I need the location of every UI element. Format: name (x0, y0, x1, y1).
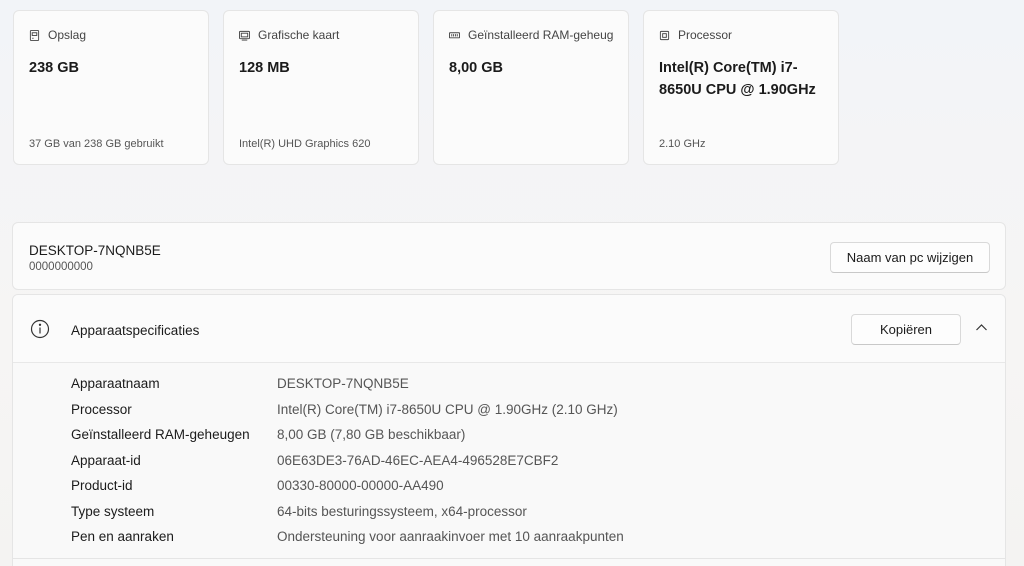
card-value: 238 GB (29, 60, 79, 76)
chevron-up-icon[interactable] (975, 321, 988, 334)
card-title: Processor (678, 28, 733, 42)
graphics-card-icon (239, 30, 250, 41)
spec-label: Apparaatnaam (71, 376, 160, 392)
spec-value: 64-bits besturingssysteem, x64-processor (277, 503, 527, 519)
spec-label: Product-id (71, 478, 133, 494)
ram-icon (449, 30, 460, 41)
spec-row: Processor Intel(R) Core(TM) i7-8650U CPU… (71, 397, 624, 423)
card-title: Geïnstalleerd RAM-geheug (468, 28, 614, 42)
pc-id: 0000000000 (29, 261, 93, 273)
system-about-page: Opslag 238 GB 37 GB van 238 GB gebruikt … (0, 0, 1024, 566)
card-value: Intel(R) Core(TM) i7-8650U CPU @ 1.90GHz (659, 60, 816, 98)
info-icon (30, 319, 50, 339)
device-specs-panel: Apparaatspecificaties Kopiëren Apparaatn… (12, 294, 1006, 566)
specs-title: Apparaatspecificaties (71, 323, 200, 338)
spec-rows: Apparaatnaam DESKTOP-7NQNB5E Processor I… (71, 371, 624, 550)
spec-value: Intel(R) Core(TM) i7-8650U CPU @ 1.90GHz… (277, 401, 618, 417)
spec-value: 06E63DE3-76AD-46EC-AEA4-496528E7CBF2 (277, 452, 559, 468)
card-processor: Processor Intel(R) Core(TM) i7-8650U CPU… (643, 10, 839, 165)
card-ram: Geïnstalleerd RAM-geheug 8,00 GB (433, 10, 629, 165)
pc-name: DESKTOP-7NQNB5E (29, 243, 161, 258)
spec-value: 00330-80000-00000-AA490 (277, 478, 444, 494)
summary-cards: Opslag 238 GB 37 GB van 238 GB gebruikt … (13, 10, 839, 165)
spec-row: Apparaat-id 06E63DE3-76AD-46EC-AEA4-4965… (71, 448, 624, 474)
card-title: Grafische kaart (258, 28, 340, 42)
card-graphics: Grafische kaart 128 MB Intel(R) UHD Grap… (223, 10, 419, 165)
card-subtext: Intel(R) UHD Graphics 620 (239, 138, 371, 150)
spec-label: Pen en aanraken (71, 529, 174, 545)
spec-row: Product-id 00330-80000-00000-AA490 (71, 473, 624, 499)
spec-value: Ondersteuning voor aanraakinvoer met 10 … (277, 529, 624, 545)
spec-row: Type systeem 64-bits besturingssysteem, … (71, 499, 624, 525)
pc-name-bar: DESKTOP-7NQNB5E 0000000000 Naam van pc w… (12, 222, 1006, 290)
spec-value: 8,00 GB (7,80 GB beschikbaar) (277, 427, 466, 443)
spec-value: DESKTOP-7NQNB5E (277, 376, 409, 392)
card-storage: Opslag 238 GB 37 GB van 238 GB gebruikt (13, 10, 209, 165)
storage-icon (29, 29, 40, 41)
spec-row: Geïnstalleerd RAM-geheugen 8,00 GB (7,80… (71, 422, 624, 448)
card-value: 128 MB (239, 60, 290, 76)
copy-button[interactable]: Kopiëren (851, 314, 961, 345)
card-subtext: 2.10 GHz (659, 138, 706, 150)
spec-row: Pen en aanraken Ondersteuning voor aanra… (71, 524, 624, 550)
spec-row: Apparaatnaam DESKTOP-7NQNB5E (71, 371, 624, 397)
divider (12, 558, 1006, 559)
rename-pc-button[interactable]: Naam van pc wijzigen (830, 242, 990, 273)
processor-icon (659, 30, 670, 41)
spec-label: Apparaat-id (71, 452, 141, 468)
spec-label: Geïnstalleerd RAM-geheugen (71, 427, 250, 443)
card-subtext: 37 GB van 238 GB gebruikt (29, 138, 164, 150)
device-specs-header[interactable]: Apparaatspecificaties Kopiëren (13, 295, 1005, 363)
spec-label: Processor (71, 401, 132, 417)
spec-label: Type systeem (71, 503, 155, 519)
card-title: Opslag (48, 28, 87, 42)
card-value: 8,00 GB (449, 60, 503, 76)
